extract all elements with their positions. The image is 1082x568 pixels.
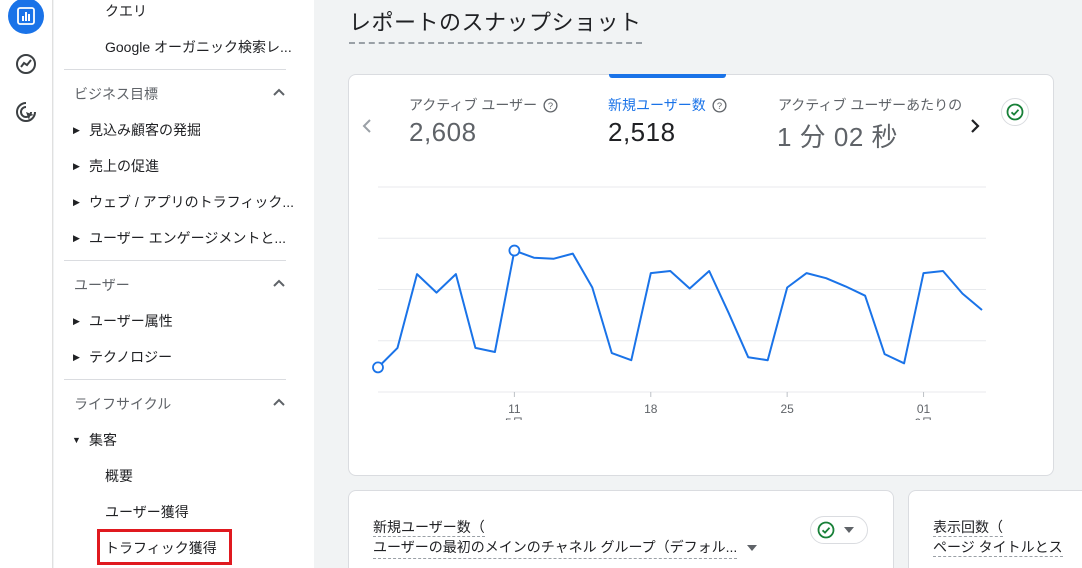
caret-down-icon: ▼ [72,435,81,445]
sidebar-item-label: 見込み顧客の発掘 [89,122,201,138]
caret-right-icon: ▶ [73,315,80,326]
card-title-line2: ページ タイトルとス [933,539,1063,557]
sidebar-item-user-acquisition[interactable]: ユーザー獲得 [105,502,189,522]
check-icon[interactable] [1001,98,1029,126]
svg-text:?: ? [548,100,553,110]
caret-right-icon: ▶ [73,232,80,243]
card-title: 新規ユーザー数（ [373,517,485,537]
sidebar-item-label: 売上の促進 [89,158,159,174]
divider [64,379,286,380]
series-line [377,249,983,369]
dropdown-arrow-icon [844,527,854,533]
help-icon[interactable]: ? [543,97,558,113]
metric-tab-new-users[interactable]: 新規ユーザー数 ? [608,95,727,115]
section-title-lifecycle[interactable]: ライフサイクル [74,394,171,414]
caret-right-icon: ▶ [73,196,80,207]
x-tick-label: 11 [508,402,521,416]
sidebar-item-user-engagement[interactable]: ▶ ユーザー エンゲージメントと... [64,228,286,248]
sidebar-item-technology[interactable]: ▶ テクノロジー [64,347,172,367]
channel-dimension-selector[interactable]: ユーザーの最初のメインのチャネル グループ（デフォル... [373,537,758,559]
divider [64,260,286,261]
section-title-user[interactable]: ユーザー [74,275,130,295]
dropdown-arrow-icon [747,545,758,551]
help-icon[interactable]: ? [712,97,727,113]
card-title-line1: 新規ユーザー数（ [373,519,485,537]
metric-tab-active-users[interactable]: アクティブ ユーザー ? [409,95,558,115]
metric-value: 2,518 [608,117,676,147]
sidebar-nav: クエリ Google オーガニック検索レ... ビジネス目標 ▶ 見込み顧客の発掘… [54,0,314,568]
sidebar-item-label: 集客 [89,432,117,448]
card-title-line1: 表示回数（ [933,519,1003,537]
chevron-up-icon[interactable] [270,394,288,412]
line-chart: 200150100500115月1825016月 [372,180,1000,420]
highlight-box [97,529,232,565]
icon-rail [0,0,53,568]
metric-tab-engagement-time[interactable]: アクティブ ユーザーあたりの [778,95,962,115]
selected-tab-indicator [609,74,726,78]
comparison-toggle[interactable] [810,516,868,544]
reports-icon[interactable] [8,0,44,34]
sidebar-item-lead-generation[interactable]: ▶ 見込み顧客の発掘 [64,120,201,140]
sidebar-item-label: ユーザー属性 [89,313,173,329]
sidebar-item-query[interactable]: クエリ [105,1,147,21]
card-title-line2: ユーザーの最初のメインのチャネル グループ（デフォル... [373,537,738,559]
metric-value: 1 分 02 秒 [777,122,899,152]
x-tick-label: 25 [780,402,794,416]
metric-label: 新規ユーザー数 [608,97,706,113]
sidebar-item-drive-sales[interactable]: ▶ 売上の促進 [64,156,159,176]
card-title: ページ タイトルとス [933,537,1063,557]
x-tick-month-label: 5月 [505,416,524,420]
card-title: 表示回数（ [933,517,1003,537]
x-tick-month-label: 6月 [914,416,933,420]
sidebar-item-google-organic-search[interactable]: Google オーガニック検索レ... [105,37,292,57]
sidebar-item-label: ウェブ / アプリのトラフィック... [89,194,295,210]
caret-right-icon: ▶ [73,124,80,135]
sidebar-item-demographics[interactable]: ▶ ユーザー属性 [64,311,173,331]
chevron-right-icon[interactable] [965,114,985,138]
caret-right-icon: ▶ [73,351,80,362]
chevron-left-icon[interactable] [357,114,377,138]
section-title-business[interactable]: ビジネス目標 [74,84,158,104]
check-icon [817,521,835,539]
divider [64,69,286,70]
svg-text:?: ? [717,100,722,110]
sidebar-item-web-app-traffic[interactable]: ▶ ウェブ / アプリのトラフィック... [64,192,294,212]
metric-value: 2,608 [409,117,477,147]
x-tick-label: 18 [644,402,658,416]
metric-label: アクティブ ユーザー [409,97,538,113]
chevron-up-icon[interactable] [270,84,288,102]
page-title: レポートのスナップショット [349,5,642,44]
x-tick-label: 01 [917,402,931,416]
data-point-marker [508,244,521,257]
sidebar-item-label: テクノロジー [89,349,173,365]
advertising-icon[interactable] [8,94,44,130]
caret-right-icon: ▶ [73,160,80,171]
data-point-marker [372,361,384,374]
sidebar-item-overview[interactable]: 概要 [105,466,133,486]
sidebar-item-label: ユーザー エンゲージメントと... [89,230,286,246]
sidebar-item-acquisition[interactable]: ▼ 集客 [64,430,117,450]
chevron-up-icon[interactable] [270,275,288,293]
metric-label: アクティブ ユーザーあたりの [778,97,963,113]
explore-icon[interactable] [8,46,44,82]
